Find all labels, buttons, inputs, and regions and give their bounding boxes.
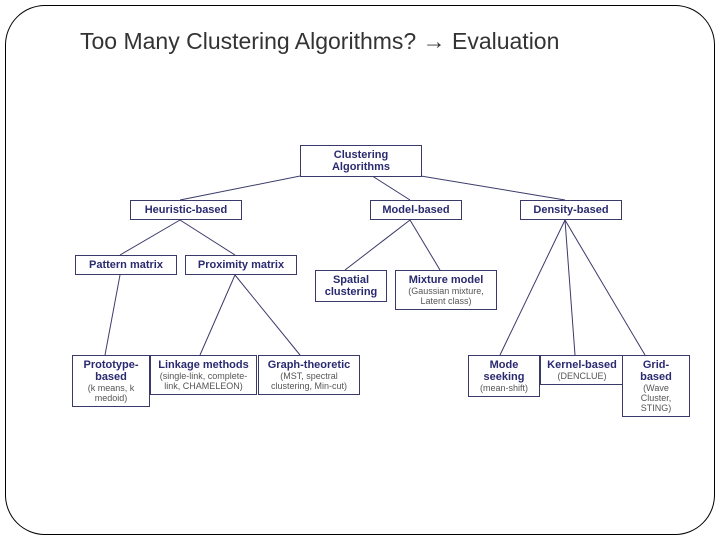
node-model: Model-based xyxy=(370,200,462,220)
node-density: Density-based xyxy=(520,200,622,220)
sublabel: (k means, k medoid) xyxy=(78,383,144,403)
node-grid: Grid-based (Wave Cluster, STING) xyxy=(622,355,690,417)
label: Clustering Algorithms xyxy=(306,149,416,173)
sublabel: (MST, spectral clustering, Min-cut) xyxy=(264,371,354,391)
label: Mode seeking xyxy=(474,359,534,383)
sublabel: (Gaussian mixture, Latent class) xyxy=(401,286,491,306)
label: Grid-based xyxy=(628,359,684,383)
node-spatial: Spatial clustering xyxy=(315,270,387,302)
sublabel: (Wave Cluster, STING) xyxy=(628,383,684,413)
node-kernel: Kernel-based (DENCLUE) xyxy=(540,355,624,385)
node-mixture: Mixture model (Gaussian mixture, Latent … xyxy=(395,270,497,310)
label: Mixture model xyxy=(401,274,491,286)
label: Spatial clustering xyxy=(321,274,381,298)
label: Pattern matrix xyxy=(81,259,171,271)
label: Proximity matrix xyxy=(191,259,291,271)
sublabel: (DENCLUE) xyxy=(546,371,618,381)
label: Model-based xyxy=(376,204,456,216)
node-pattern: Pattern matrix xyxy=(75,255,177,275)
node-linkage: Linkage methods (single-link, complete-l… xyxy=(150,355,257,395)
node-graph: Graph-theoretic (MST, spectral clusterin… xyxy=(258,355,360,395)
node-root: Clustering Algorithms xyxy=(300,145,422,177)
node-heuristic: Heuristic-based xyxy=(130,200,242,220)
label: Graph-theoretic xyxy=(264,359,354,371)
label: Linkage methods xyxy=(156,359,251,371)
label: Density-based xyxy=(526,204,616,216)
sublabel: (single-link, complete-link, CHAMELEON) xyxy=(156,371,251,391)
label: Heuristic-based xyxy=(136,204,236,216)
label: Kernel-based xyxy=(546,359,618,371)
node-prototype: Prototype-based (k means, k medoid) xyxy=(72,355,150,407)
sublabel: (mean-shift) xyxy=(474,383,534,393)
node-proximity: Proximity matrix xyxy=(185,255,297,275)
label: Prototype-based xyxy=(78,359,144,383)
node-mode: Mode seeking (mean-shift) xyxy=(468,355,540,397)
